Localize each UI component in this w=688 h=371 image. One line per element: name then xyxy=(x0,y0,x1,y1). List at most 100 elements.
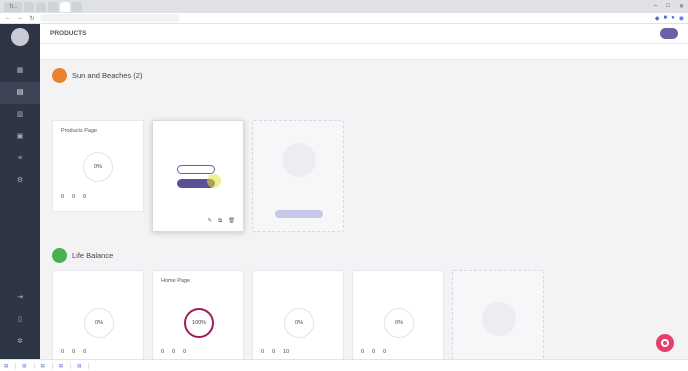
add-project-button[interactable] xyxy=(660,28,678,39)
page-card[interactable]: Products Page 0% 0 0 0 xyxy=(52,120,144,212)
chat-launcher-button[interactable] xyxy=(656,334,674,352)
extension-icon[interactable]: ◆ xyxy=(655,15,660,22)
add-page-card[interactable] xyxy=(452,270,544,359)
project-header: Life Balance xyxy=(52,248,113,263)
download-item[interactable]: ▤ xyxy=(22,362,35,369)
page-card-hovered[interactable]: ✎ ⧉ 🗑 xyxy=(152,120,244,232)
page-card[interactable]: Home Page 100% 0 0 0 xyxy=(152,270,244,359)
delete-icon[interactable]: 🗑 xyxy=(228,218,235,225)
file-icon: ▤ xyxy=(77,362,82,368)
project-avatar xyxy=(52,248,67,263)
filter-bar xyxy=(40,44,688,60)
copy-icon[interactable]: ⧉ xyxy=(218,218,222,225)
stat-item: 0 xyxy=(72,349,75,356)
sidebar-item-reports[interactable]: ▥ xyxy=(0,104,40,126)
sidebar-item-mobile[interactable]: ▯ xyxy=(0,309,40,331)
close-icon[interactable]: ✕ xyxy=(679,3,684,10)
logout-icon: ⇥ xyxy=(17,293,23,301)
gear-icon: ✲ xyxy=(17,337,23,345)
profile-icon[interactable]: ◉ xyxy=(679,15,684,22)
card-stats: 0 0 0 xyxy=(361,349,386,356)
page-title: PRODUCTS xyxy=(50,30,87,37)
downloads-bar: ▤ ▤ ▤ ▤ ▤ xyxy=(0,359,688,371)
project-name[interactable]: Sun and Beaches (2) xyxy=(72,71,142,80)
url-input[interactable] xyxy=(40,14,180,22)
reload-icon[interactable]: ↻ xyxy=(28,15,36,22)
card-stats: 0 0 0 xyxy=(161,349,186,356)
browser-tab[interactable] xyxy=(24,1,35,12)
card-title: Home Page xyxy=(161,278,191,284)
stat-value: 0 xyxy=(61,349,65,355)
app-header: PRODUCTS xyxy=(40,24,688,44)
stat-value: 0 xyxy=(372,349,376,355)
page-card[interactable]: 0% 0 0 0 xyxy=(52,270,144,359)
forward-icon[interactable]: → xyxy=(16,15,24,21)
progress-ring-complete: 100% xyxy=(184,308,214,338)
stat-value: 0 xyxy=(61,194,65,200)
file-icon: ▤ xyxy=(40,362,45,368)
browser-tab-bar: Tr... – □ ✕ xyxy=(0,0,688,13)
download-item[interactable]: ▤ xyxy=(59,362,72,369)
browser-tab[interactable]: Tr... xyxy=(4,1,23,12)
progress-ring: 0% xyxy=(84,308,114,338)
sidebar-item-files[interactable]: ▣ xyxy=(0,126,40,148)
back-icon[interactable]: ← xyxy=(4,15,12,21)
browser-tab[interactable] xyxy=(72,1,83,12)
stat-value: 0 xyxy=(72,194,76,200)
sidebar-item-products[interactable]: ▤ xyxy=(0,82,40,104)
card-stats: 0 0 0 xyxy=(61,349,86,356)
extension-icon[interactable]: ● xyxy=(671,15,675,22)
page-card[interactable]: 0% 0 0 0 xyxy=(352,270,444,359)
sidebar-bottom: ⇥ ▯ ✲ xyxy=(0,287,40,359)
browser-tab-active[interactable] xyxy=(60,1,71,12)
app-logo[interactable] xyxy=(11,28,29,46)
stat-item: 0 xyxy=(361,349,364,356)
stat-value: 0 xyxy=(83,349,87,355)
stat-value: 0 xyxy=(161,349,165,355)
stat-item: 10 xyxy=(283,349,289,356)
chart-icon: ▥ xyxy=(16,110,24,118)
sidebar-item-logout[interactable]: ⇥ xyxy=(0,287,40,309)
stat-value: 0 xyxy=(172,349,176,355)
file-icon: ▤ xyxy=(22,362,27,368)
card-stats: 0 0 0 xyxy=(61,194,86,201)
sidebar-item-settings[interactable]: ⚙ xyxy=(0,170,40,192)
stat-item: 0 xyxy=(272,349,275,356)
stat-value: 0 xyxy=(83,194,87,200)
address-bar: ← → ↻ ◆ ■ ● ◉ xyxy=(0,13,688,24)
window-controls: – □ ✕ xyxy=(654,3,684,10)
document-icon: ▤ xyxy=(16,88,24,96)
project-name[interactable]: Life Balance xyxy=(72,251,113,260)
sidebar-item-config[interactable]: ✲ xyxy=(0,331,40,353)
stat-value: 0 xyxy=(361,349,365,355)
maximize-icon[interactable]: □ xyxy=(666,3,670,10)
preview-button[interactable] xyxy=(177,165,215,174)
stat-item: 0 xyxy=(172,349,175,356)
download-item[interactable]: ▤ xyxy=(4,362,17,369)
extension-icon[interactable]: ■ xyxy=(664,15,668,22)
folder-icon: ▣ xyxy=(16,132,24,140)
browser-tab[interactable] xyxy=(36,1,47,12)
stat-item: 0 xyxy=(372,349,375,356)
add-page-card[interactable] xyxy=(252,120,344,232)
stat-item: 0 xyxy=(61,349,64,356)
page-card[interactable]: 0% 0 0 10 xyxy=(252,270,344,359)
stat-value: 0 xyxy=(261,349,265,355)
project-avatar xyxy=(52,68,67,83)
card-actions: ✎ ⧉ 🗑 xyxy=(207,218,235,225)
file-icon: ▤ xyxy=(4,362,9,368)
stat-value: 0 xyxy=(72,349,76,355)
add-page-placeholder-icon xyxy=(282,143,316,177)
download-item[interactable]: ▤ xyxy=(77,362,90,369)
extension-icons: ◆ ■ ● ◉ xyxy=(655,15,684,22)
add-page-button[interactable] xyxy=(275,210,323,218)
stat-value: 0 xyxy=(183,349,187,355)
download-item[interactable]: ▤ xyxy=(40,362,53,369)
stat-value: 10 xyxy=(283,349,290,355)
sidebar-item-dashboard[interactable]: ▦ xyxy=(0,60,40,82)
browser-tab[interactable] xyxy=(48,1,59,12)
project-header: Sun and Beaches (2) xyxy=(52,68,142,83)
sidebar-item-lists[interactable]: ≡ xyxy=(0,148,40,170)
minimize-icon[interactable]: – xyxy=(654,3,657,10)
edit-icon[interactable]: ✎ xyxy=(207,218,212,225)
